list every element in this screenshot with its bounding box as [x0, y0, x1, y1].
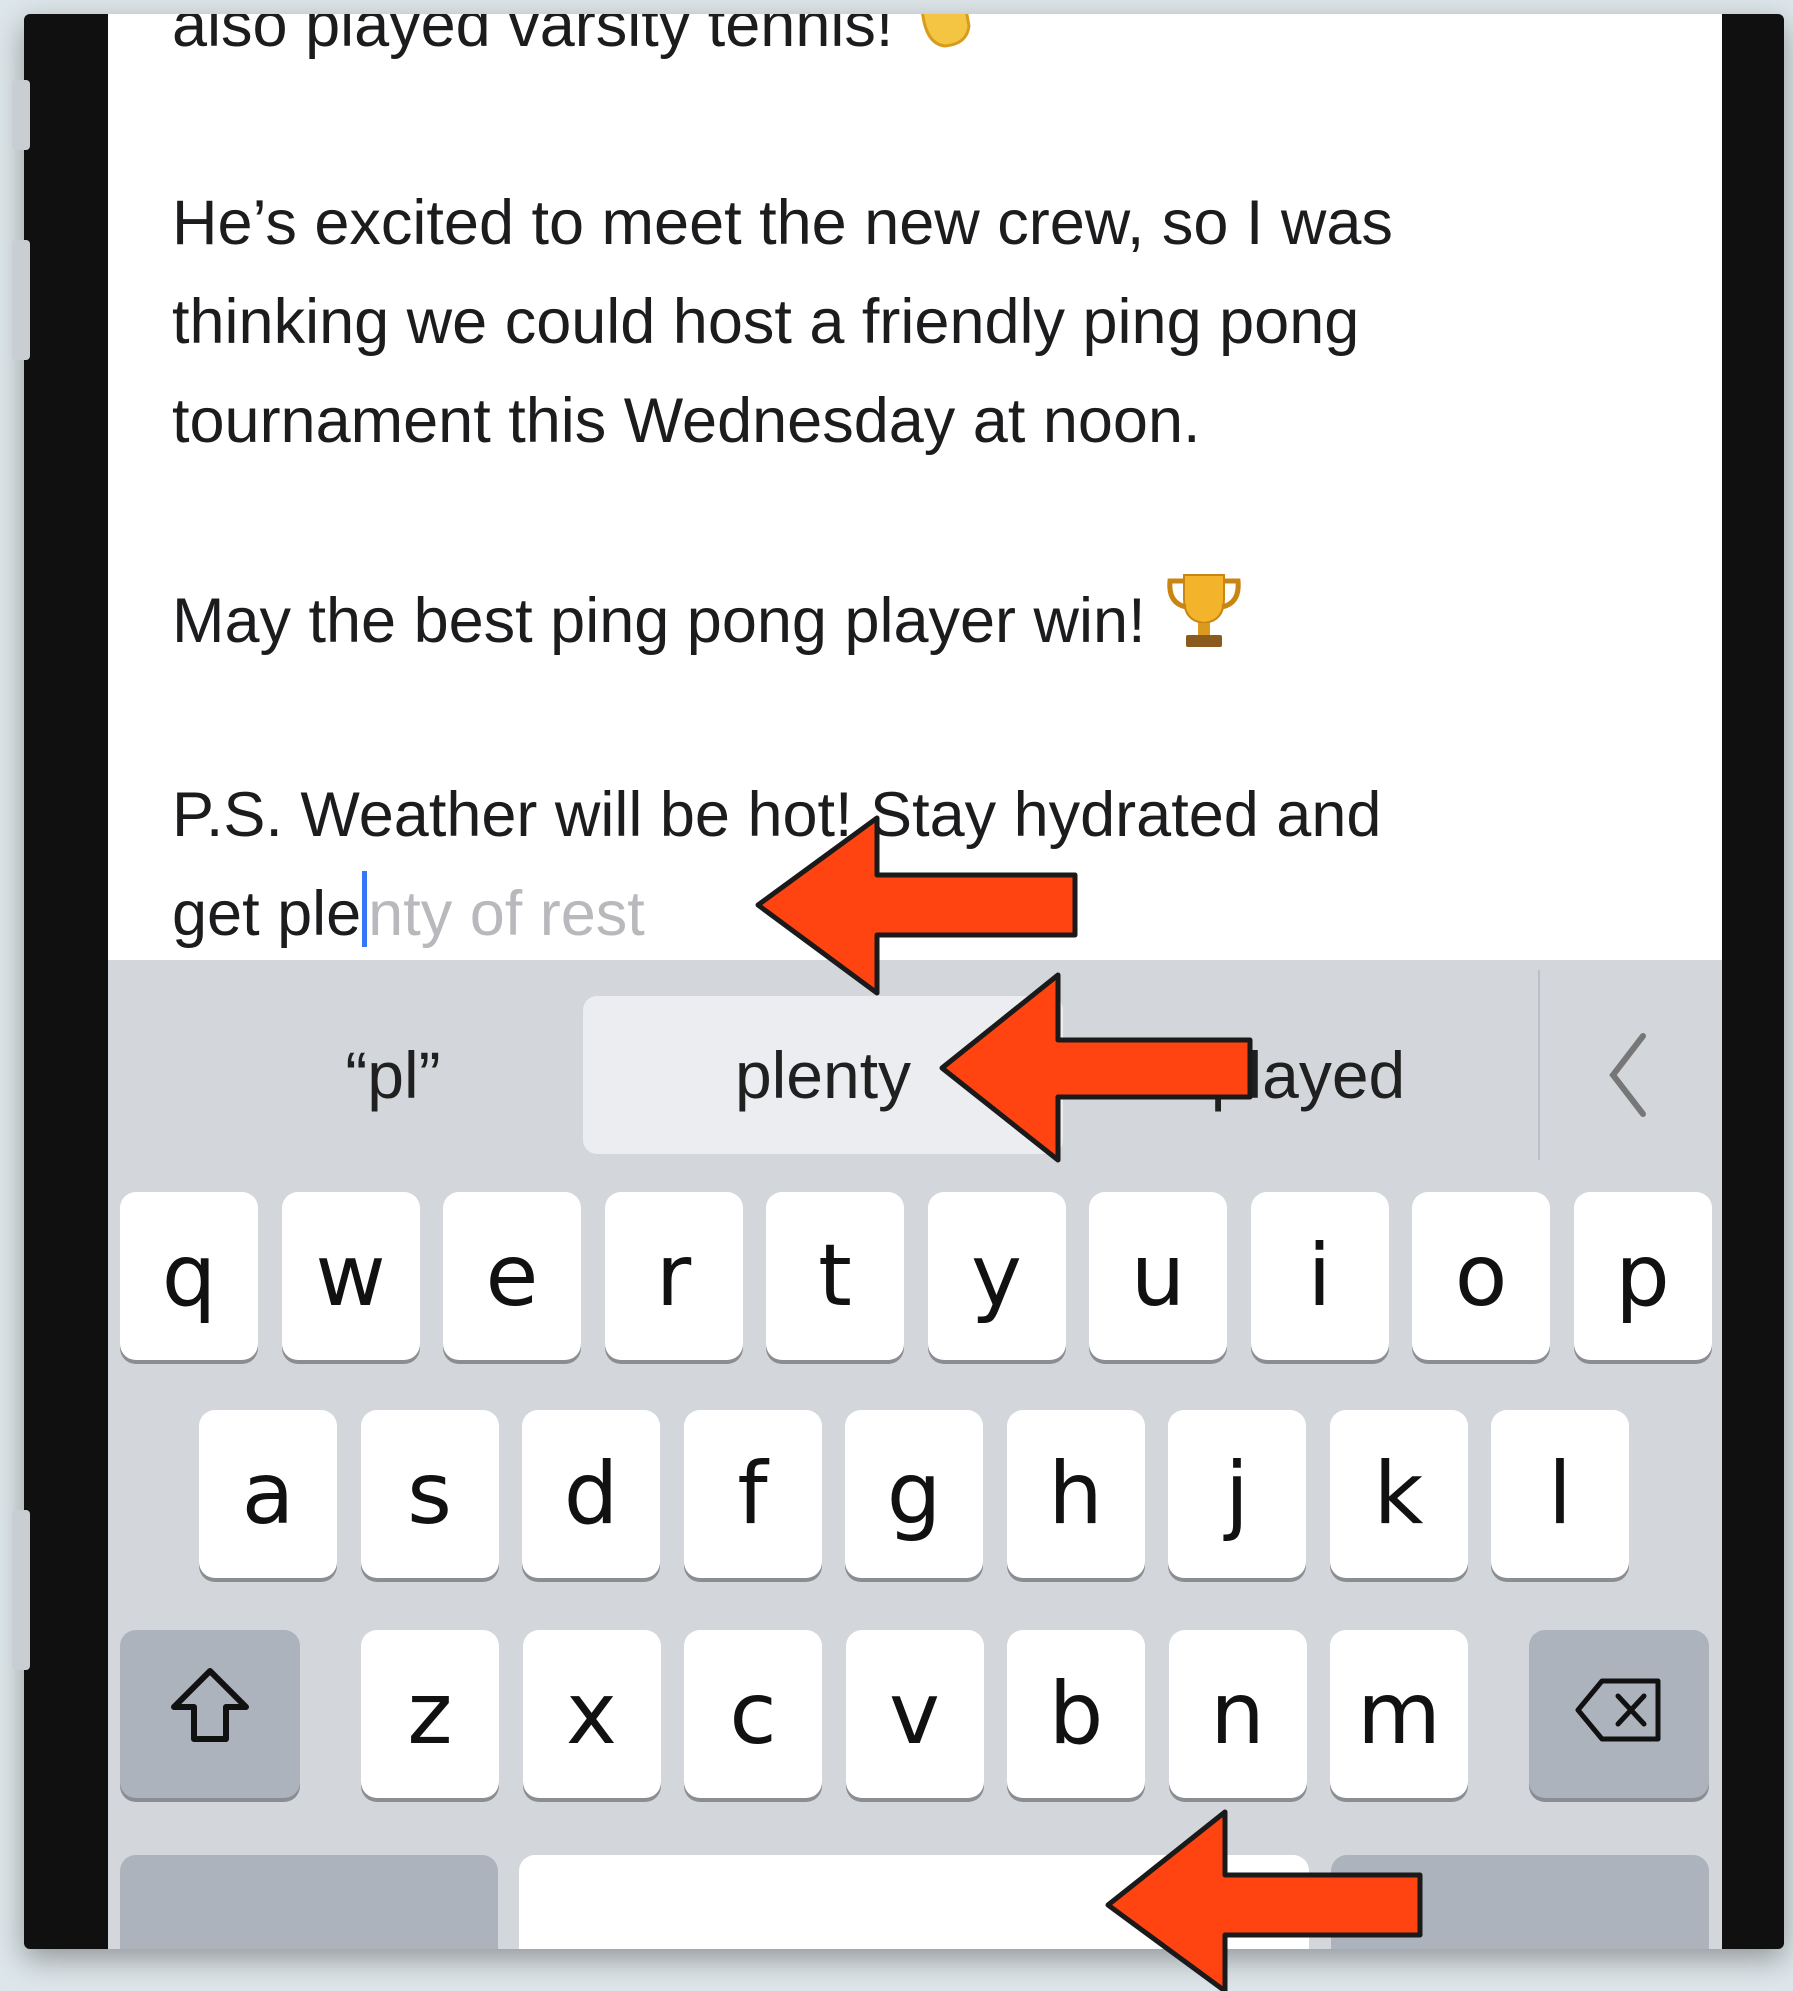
message-line: P.S. Weather will be hot! Stay hydrated … — [172, 780, 1382, 850]
key-n[interactable]: n — [1168, 1630, 1307, 1798]
key-s[interactable]: s — [360, 1410, 499, 1578]
suggestion-bar: “pl” plenty played — [108, 960, 1722, 1160]
keyboard: “pl” plenty played qwertyuiop asdfghjkl … — [108, 960, 1722, 1949]
key-d[interactable]: d — [522, 1410, 660, 1578]
message-line-current: get ple nty of rest — [172, 865, 645, 964]
backspace-icon — [1574, 1664, 1664, 1764]
key-v[interactable]: v — [845, 1630, 984, 1798]
key-u[interactable]: u — [1089, 1192, 1227, 1360]
key-h[interactable]: h — [1006, 1410, 1145, 1578]
trophy-icon — [1162, 569, 1246, 682]
message-line: May the best ping pong player win! — [172, 569, 1246, 682]
key-c[interactable]: c — [684, 1630, 822, 1798]
key-m[interactable]: m — [1330, 1630, 1468, 1798]
shift-key[interactable] — [120, 1630, 300, 1798]
suggestion-plenty[interactable]: plenty — [583, 996, 1063, 1154]
chevron-left-icon[interactable] — [1548, 996, 1708, 1154]
key-l[interactable]: l — [1491, 1410, 1629, 1578]
key-q[interactable]: q — [120, 1192, 258, 1360]
suggestion-played[interactable]: played — [1068, 996, 1548, 1154]
space-key[interactable]: space — [519, 1855, 1309, 1949]
key-x[interactable]: x — [522, 1630, 661, 1798]
message-line: thinking we could host a friendly ping p… — [172, 287, 1360, 357]
shift-icon — [168, 1664, 252, 1764]
key-r[interactable]: r — [604, 1192, 743, 1360]
delete-key[interactable] — [1529, 1630, 1709, 1798]
key-g[interactable]: g — [845, 1410, 983, 1578]
clapping-hand-icon — [909, 14, 979, 79]
typed-text: get ple — [172, 879, 362, 949]
volume-down-button — [12, 1510, 30, 1670]
inline-prediction[interactable]: nty of rest — [368, 879, 645, 949]
key-f[interactable]: f — [683, 1410, 822, 1578]
suggestion-divider — [1538, 970, 1540, 1160]
key-p[interactable]: p — [1573, 1192, 1712, 1360]
message-line: He’s excited to meet the new crew, so I … — [172, 188, 1393, 258]
key-k[interactable]: k — [1329, 1410, 1468, 1578]
key-j[interactable]: j — [1168, 1410, 1306, 1578]
key-w[interactable]: w — [281, 1192, 420, 1360]
phone-screen: also played varsity tennis! He’s excited… — [108, 14, 1722, 1949]
numbers-key[interactable]: 123 — [120, 1855, 498, 1949]
message-line: also played varsity tennis! — [172, 14, 979, 79]
key-i[interactable]: i — [1250, 1192, 1389, 1360]
text-cursor — [362, 871, 368, 947]
key-z[interactable]: z — [361, 1630, 499, 1798]
key-o[interactable]: o — [1412, 1192, 1550, 1360]
key-y[interactable]: y — [927, 1192, 1066, 1360]
key-t[interactable]: t — [766, 1192, 904, 1360]
key-e[interactable]: e — [443, 1192, 581, 1360]
return-key[interactable]: return — [1331, 1855, 1709, 1949]
message-line: tournament this Wednesday at noon. — [172, 386, 1201, 456]
key-a[interactable]: a — [199, 1410, 337, 1578]
key-b[interactable]: b — [1007, 1630, 1145, 1798]
volume-up-button — [12, 240, 30, 360]
ringer-switch — [12, 80, 30, 150]
